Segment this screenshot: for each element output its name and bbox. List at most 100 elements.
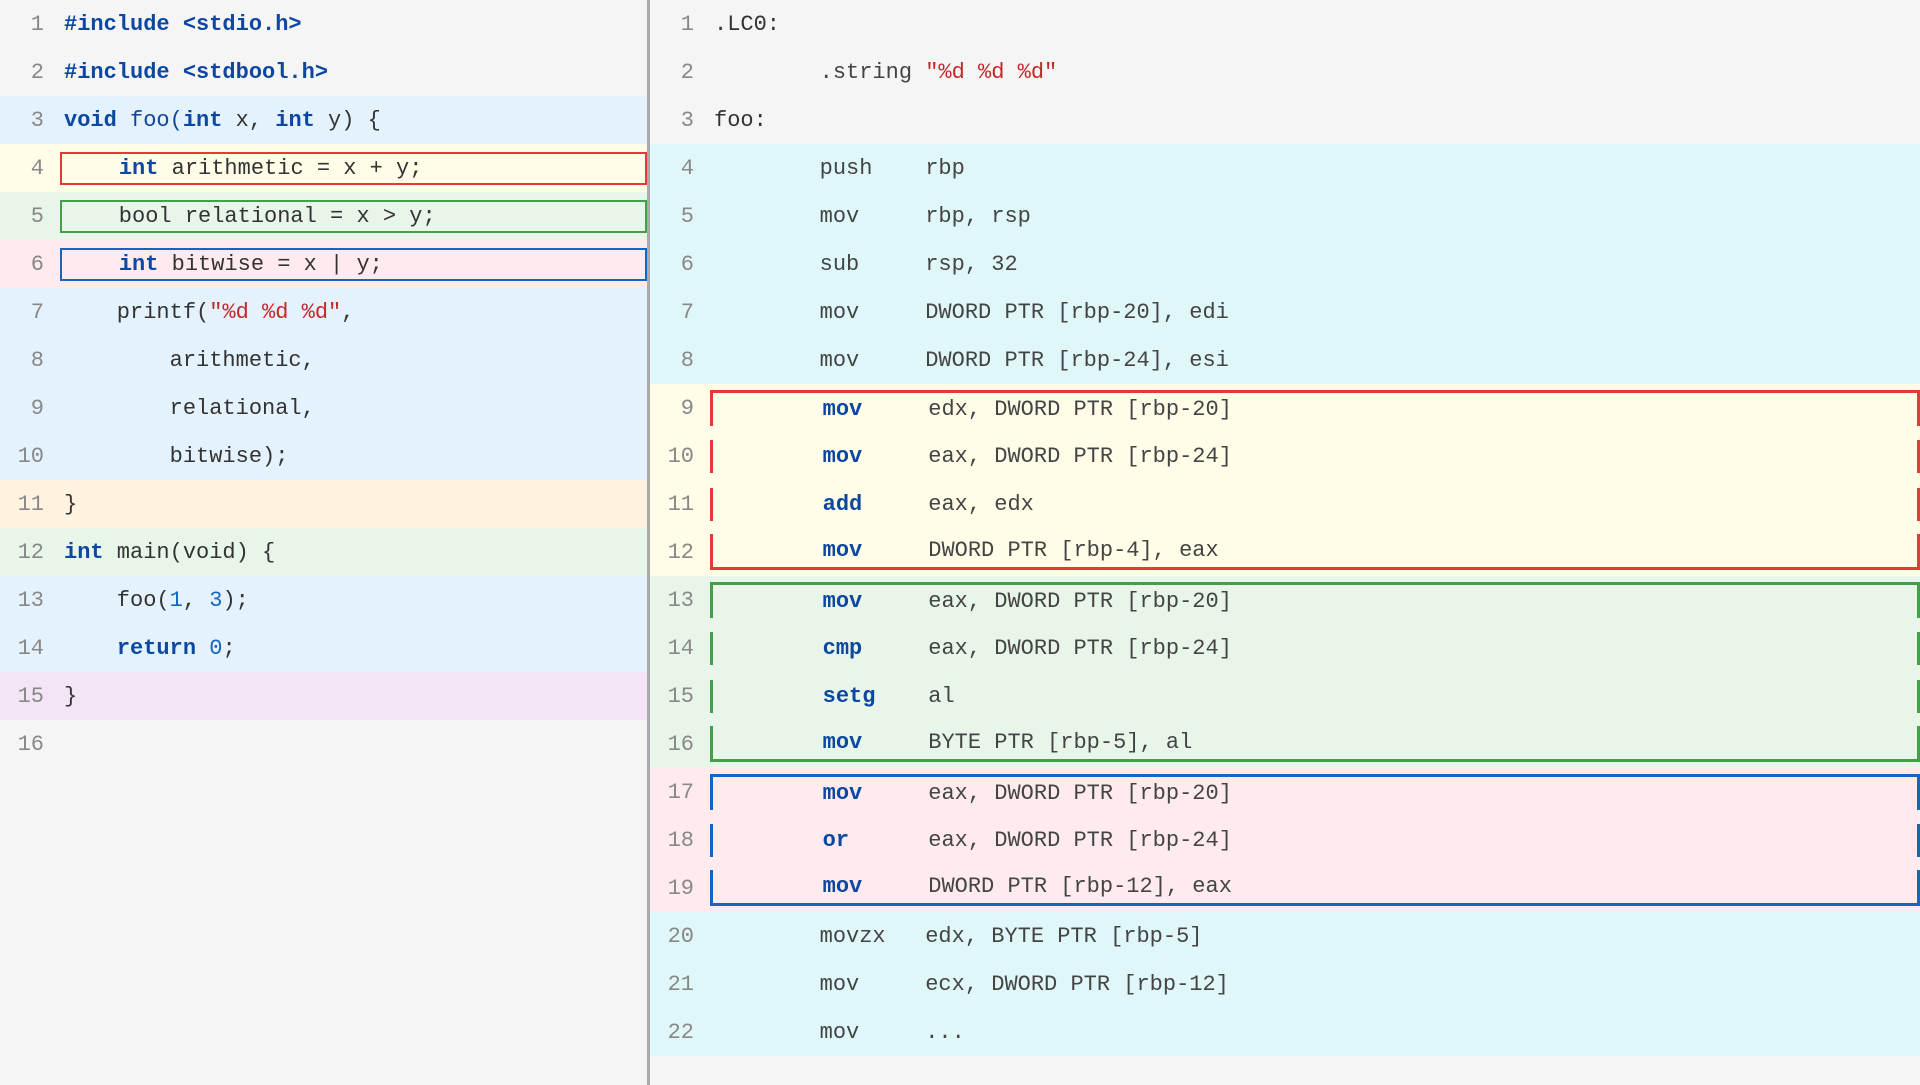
token: y) { [315,108,381,133]
right-code-area: 1.LC0:2 .string "%d %d %d"3foo:4 push rb… [650,0,1920,1056]
code-line: 8 mov DWORD PTR [rbp-24], esi [650,336,1920,384]
code-line: 19 mov DWORD PTR [rbp-12], eax [650,864,1920,912]
token: relational, [64,396,315,421]
token: al [875,684,954,709]
token: bitwise = x | y; [158,252,382,277]
code-line: 9 mov edx, DWORD PTR [rbp-20] [650,384,1920,432]
token: void [64,108,130,133]
line-number: 11 [0,492,60,517]
token: or [823,828,849,853]
line-content: mov BYTE PTR [rbp-5], al [710,726,1920,762]
code-line: 4 int arithmetic = x + y; [0,144,647,192]
line-content: sub rsp, 32 [710,248,1920,281]
line-content: .LC0: [710,8,1920,41]
code-line: 13 foo(1, 3); [0,576,647,624]
line-content: printf("%d %d %d", [60,296,647,329]
line-number: 15 [650,684,710,709]
code-line: 5 mov rbp, rsp [650,192,1920,240]
line-content: relational, [60,392,647,425]
line-content: foo(1, 3); [60,584,647,617]
token: add [823,492,863,517]
token: mov [823,781,863,806]
token: eax, edx [862,492,1034,517]
line-content: arithmetic, [60,344,647,377]
token: push rbp [714,156,965,181]
code-line: 20 movzx edx, BYTE PTR [rbp-5] [650,912,1920,960]
token: ; [222,636,235,661]
line-content: mov eax, DWORD PTR [rbp-20] [710,774,1920,810]
line-content: void foo(int x, int y) { [60,104,647,137]
token: mov ... [714,1020,965,1045]
line-content: #include <stdbool.h> [60,56,647,89]
line-number: 20 [650,924,710,949]
code-line: 6 int bitwise = x | y; [0,240,647,288]
code-line: 18 or eax, DWORD PTR [rbp-24] [650,816,1920,864]
token: DWORD PTR [rbp-4], eax [862,538,1218,563]
line-content: .string "%d %d %d" [710,56,1920,89]
line-number: 6 [650,252,710,277]
code-line: 11} [0,480,647,528]
code-line: 2#include <stdbool.h> [0,48,647,96]
token [196,636,209,661]
token: arithmetic = x + y; [158,156,422,181]
code-line: 2 .string "%d %d %d" [650,48,1920,96]
token: main(void) { [104,540,276,565]
token: return [117,636,196,661]
token: int [64,540,104,565]
token: #include <stdio.h> [64,12,302,37]
token: int [275,108,315,133]
code-line: 5 bool relational = x > y; [0,192,647,240]
right-panel: 1.LC0:2 .string "%d %d %d"3foo:4 push rb… [650,0,1920,1085]
line-content: mov DWORD PTR [rbp-24], esi [710,344,1920,377]
token: foo( [64,588,170,613]
line-number: 22 [650,1020,710,1045]
code-line: 4 push rbp [650,144,1920,192]
token: bool relational = x > y; [66,204,436,229]
code-line: 3void foo(int x, int y) { [0,96,647,144]
line-number: 9 [650,396,710,421]
token: , [341,300,354,325]
token: eax, DWORD PTR [rbp-24] [849,828,1232,853]
token: mov ecx, DWORD PTR [rbp-12] [714,972,1229,997]
line-number: 5 [650,204,710,229]
token: foo: [714,108,767,133]
token: arithmetic, [64,348,315,373]
token [717,684,823,709]
line-number: 15 [0,684,60,709]
token [717,492,823,517]
left-panel: 1#include <stdio.h>2#include <stdbool.h>… [0,0,650,1085]
line-number: 12 [650,540,710,565]
line-number: 11 [650,492,710,517]
line-content: #include <stdio.h> [60,8,647,41]
token: cmp [823,636,863,661]
token: } [64,492,77,517]
line-content: bool relational = x > y; [60,200,647,233]
token: ); [222,588,248,613]
token [66,156,119,181]
line-content: add eax, edx [710,488,1920,521]
line-number: 16 [0,732,60,757]
token: eax, DWORD PTR [rbp-20] [862,589,1232,614]
line-content: return 0; [60,632,647,665]
line-number: 18 [650,828,710,853]
token: mov [823,730,863,755]
line-number: 12 [0,540,60,565]
token: DWORD PTR [rbp-12], eax [862,874,1232,899]
line-number: 2 [0,60,60,85]
token: bitwise); [64,444,288,469]
token: mov [823,874,863,899]
line-number: 2 [650,60,710,85]
code-line: 3foo: [650,96,1920,144]
token: mov [823,444,863,469]
line-content: or eax, DWORD PTR [rbp-24] [710,824,1920,857]
line-content: } [60,488,647,521]
token: mov [823,397,863,422]
line-content: mov eax, DWORD PTR [rbp-24] [710,440,1920,473]
code-line: 22 mov ... [650,1008,1920,1056]
token: int [119,252,159,277]
code-line: 13 mov eax, DWORD PTR [rbp-20] [650,576,1920,624]
token [717,589,823,614]
token [717,538,823,563]
code-line: 9 relational, [0,384,647,432]
line-number: 16 [650,732,710,757]
